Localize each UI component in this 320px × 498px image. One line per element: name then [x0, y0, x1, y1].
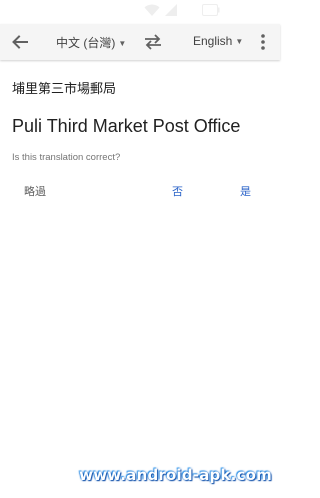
signal-icon — [165, 4, 177, 16]
source-language-selector[interactable]: 中文 (台灣) ▼ — [56, 34, 126, 51]
chevron-down-icon: ▼ — [235, 37, 244, 46]
more-vert-icon[interactable] — [256, 32, 270, 52]
source-text: 埔里第三市場郵局 — [12, 81, 117, 96]
no-button[interactable]: 否 — [172, 183, 183, 199]
chevron-down-icon: ▼ — [118, 39, 127, 48]
skip-button[interactable]: 略過 — [24, 183, 46, 199]
watermark: www.android-apk.com — [79, 466, 272, 484]
translate-toolbar: 中文 (台灣) ▼ English ▼ — [0, 24, 280, 60]
source-language-label: 中文 (台灣) — [56, 36, 116, 50]
swap-languages-icon[interactable] — [142, 32, 164, 52]
feedback-question: Is this translation correct? — [12, 152, 121, 163]
target-language-label: English — [193, 34, 233, 48]
target-language-selector[interactable]: English ▼ — [193, 34, 243, 48]
translated-text: Puli Third Market Post Office — [12, 116, 241, 136]
wifi-icon — [144, 4, 160, 16]
battery-icon — [202, 4, 220, 16]
yes-button[interactable]: 是 — [240, 183, 251, 199]
arrow-back-icon[interactable] — [10, 32, 30, 52]
status-bar — [0, 0, 280, 24]
